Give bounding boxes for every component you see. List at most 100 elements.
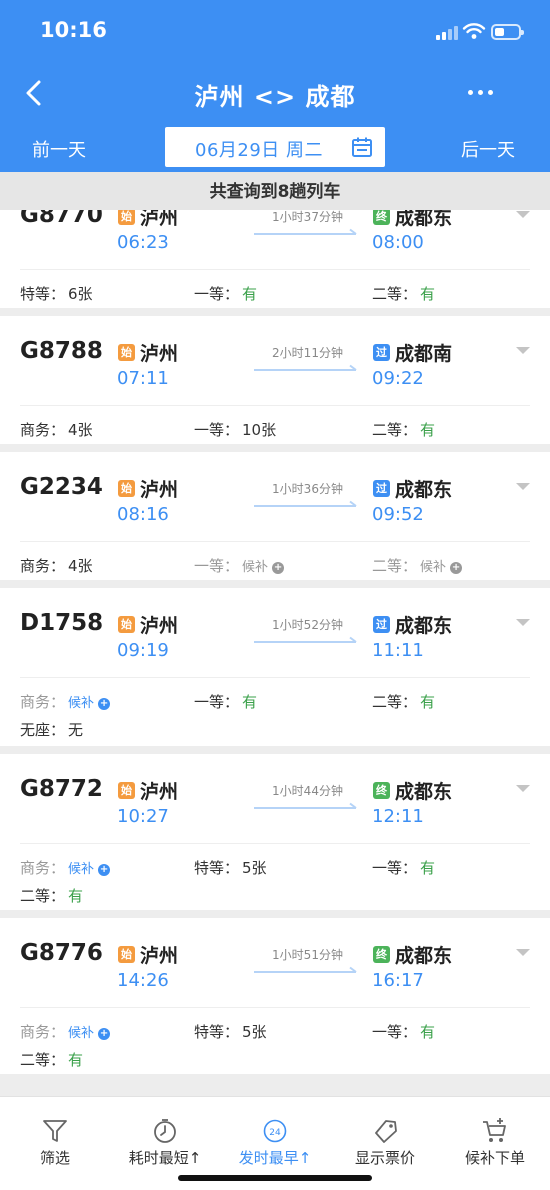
seat-value: 候补 xyxy=(242,560,269,575)
train-card[interactable]: D1758 始泸州 09:19 1小时52分钟过成都东 11:11 商务： 候补 + 一等：有二… xyxy=(0,588,550,746)
seat-availability[interactable]: 商务： 候补 + xyxy=(20,1021,111,1042)
train-number: G8788 xyxy=(20,338,103,364)
next-day-button[interactable]: 后一天 xyxy=(461,136,515,162)
chevron-down-icon[interactable] xyxy=(515,210,531,220)
train-number: G8772 xyxy=(20,776,103,802)
seat-class-label: 无座： xyxy=(20,721,66,739)
trip-duration: 1小时37分钟 xyxy=(272,210,343,224)
seat-availability[interactable]: 商务： 候补 + xyxy=(20,691,111,712)
add-circle-icon[interactable]: + xyxy=(450,562,463,574)
chevron-down-icon[interactable] xyxy=(515,784,531,794)
seat-availability[interactable]: 一等： 10张 xyxy=(194,419,276,440)
arrival-time: 16:17 xyxy=(372,970,424,991)
add-circle-icon[interactable]: + xyxy=(98,698,111,710)
arrow-line-icon xyxy=(254,966,357,973)
train-card[interactable]: G2234 始泸州 08:16 1小时36分钟过成都东 09:52 商务： 4张 一等： 候补 +… xyxy=(0,452,550,580)
app-header: 10:16 泸州 <> 成都 前一天 06月29日 周二 后一天 xyxy=(0,0,550,172)
seat-availability[interactable]: 特等： 5张 xyxy=(194,1021,267,1042)
seat-availability[interactable]: 一等：有 xyxy=(194,691,257,712)
train-card[interactable]: G8776 始泸州 14:26 1小时51分钟 终成都东 16:17 商务： 候补 + 特等： 5张… xyxy=(0,918,550,1074)
seat-availability[interactable]: 二等：有 xyxy=(372,691,435,712)
seat-class-label: 商务： xyxy=(20,693,66,711)
date-selector[interactable]: 06月29日 周二 xyxy=(165,127,385,167)
trip-duration: 2小时11分钟 xyxy=(272,346,343,360)
train-card[interactable]: G8772 始泸州 10:27 1小时44分钟 终成都东 12:11 商务： 候补 + 特等： 5张… xyxy=(0,754,550,910)
card-divider xyxy=(20,843,530,844)
clock-badge: 24 xyxy=(269,1128,281,1138)
seat-availability[interactable]: 二等： 候补 + xyxy=(372,555,463,576)
add-circle-icon[interactable]: + xyxy=(98,864,111,876)
filter-icon xyxy=(43,1120,67,1142)
seat-availability[interactable]: 二等：有 xyxy=(20,885,83,906)
train-list[interactable]: G8770 始泸州 06:23 1小时37分钟终成都东 08:00 特等： 6张 一等：有二等… xyxy=(0,210,550,1096)
seat-class-label: 一等： xyxy=(194,421,240,439)
seat-availability[interactable]: 二等：有 xyxy=(20,1049,83,1070)
arrival-time: 08:00 xyxy=(372,232,424,253)
seat-value: 6张 xyxy=(68,285,93,303)
seat-availability[interactable]: 特等： 6张 xyxy=(20,283,93,304)
seat-class-label: 特等： xyxy=(194,1023,240,1041)
chevron-down-icon[interactable] xyxy=(515,618,531,628)
chevron-down-icon[interactable] xyxy=(515,482,531,492)
trip-duration: 1小时36分钟 xyxy=(272,482,343,496)
seat-availability[interactable]: 商务： 候补 + xyxy=(20,857,111,878)
train-card[interactable]: G8770 始泸州 06:23 1小时37分钟终成都东 08:00 特等： 6张 一等：有二等… xyxy=(0,210,550,308)
arrival-time: 11:11 xyxy=(372,640,424,661)
destination-station: 成都东 xyxy=(395,479,453,501)
departure-time: 14:26 xyxy=(117,970,169,991)
seat-value: 有 xyxy=(242,693,258,711)
seat-availability[interactable]: 一等： 候补 + xyxy=(194,555,285,576)
destination-station: 成都南 xyxy=(395,343,453,365)
origin-badge: 始 xyxy=(118,782,135,799)
chevron-down-icon[interactable] xyxy=(515,948,531,958)
seat-availability[interactable]: 二等：有 xyxy=(372,283,435,304)
departure-time: 09:19 xyxy=(117,640,169,661)
battery-icon xyxy=(491,24,524,40)
train-number: D1758 xyxy=(20,610,104,636)
tab-label: 显示票价 xyxy=(354,1149,415,1167)
seat-class-label: 商务： xyxy=(20,1023,66,1041)
seat-availability[interactable]: 一等：有 xyxy=(194,283,257,304)
seat-availability[interactable]: 一等：有 xyxy=(372,1021,435,1042)
seat-availability[interactable]: 商务： 4张 xyxy=(20,555,93,576)
seat-availability[interactable]: 商务： 4张 xyxy=(20,419,93,440)
origin-badge: 始 xyxy=(118,946,135,963)
result-count-bar: 共查询到8趟列车 xyxy=(0,172,550,210)
tab-filter[interactable]: 筛选 xyxy=(0,1097,110,1190)
origin-station: 泸州 xyxy=(140,781,179,803)
seat-value: 有 xyxy=(420,285,436,303)
card-divider xyxy=(20,1007,530,1008)
calendar-icon xyxy=(352,137,372,157)
seat-availability[interactable]: 特等： 5张 xyxy=(194,857,267,878)
origin-station: 泸州 xyxy=(140,210,179,229)
seat-availability[interactable]: 无座：无 xyxy=(20,719,83,740)
chevron-down-icon[interactable] xyxy=(515,346,531,356)
tab-label: 发时最早↑ xyxy=(238,1149,312,1167)
seat-availability[interactable]: 一等：有 xyxy=(372,857,435,878)
arrival-time: 09:22 xyxy=(372,368,424,389)
add-circle-icon[interactable]: + xyxy=(272,562,285,574)
origin-badge: 始 xyxy=(118,210,135,225)
seat-availability[interactable]: 二等：有 xyxy=(372,419,435,440)
prev-day-button[interactable]: 前一天 xyxy=(32,136,86,162)
seat-class-label: 二等： xyxy=(372,693,418,711)
train-card[interactable]: G8788 始泸州 07:11 2小时11分钟 过成都南 09:22 商务： 4张 一等： 10张… xyxy=(0,316,550,444)
departure-time: 08:16 xyxy=(117,504,169,525)
tab-waitlist-order[interactable]: 候补下单 xyxy=(440,1097,550,1190)
signal-icon xyxy=(436,26,458,40)
seat-value: 5张 xyxy=(242,1023,267,1041)
seat-class-label: 二等： xyxy=(372,285,418,303)
departure-time: 06:23 xyxy=(117,232,169,253)
destination-badge: 过 xyxy=(373,616,390,633)
wifi-icon xyxy=(462,23,486,39)
seat-value: 有 xyxy=(420,693,436,711)
origin-station: 泸州 xyxy=(140,479,179,501)
arrow-line-icon xyxy=(254,636,357,643)
more-icon[interactable] xyxy=(462,78,502,108)
arrival-time: 09:52 xyxy=(372,504,424,525)
card-divider xyxy=(20,269,530,270)
seat-value: 有 xyxy=(242,285,258,303)
tab-label: 候补下单 xyxy=(464,1149,525,1167)
seat-value: 有 xyxy=(68,887,84,905)
add-circle-icon[interactable]: + xyxy=(98,1028,111,1040)
